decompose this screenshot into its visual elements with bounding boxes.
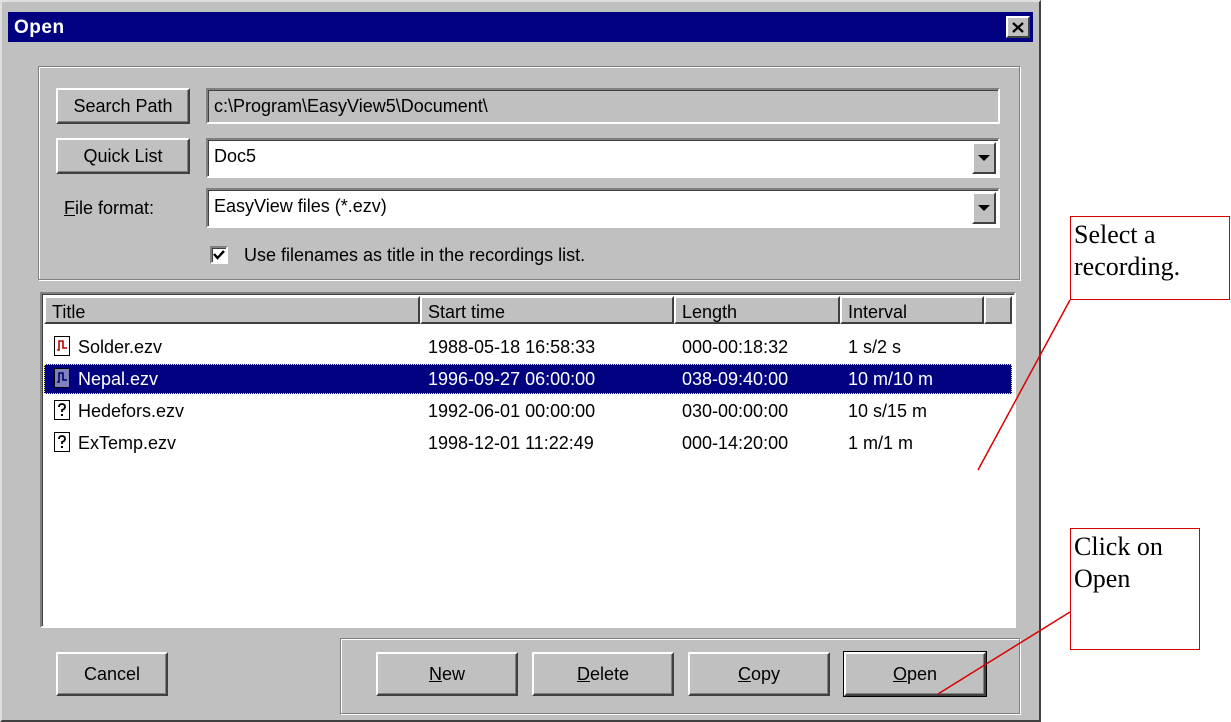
list-item-selected[interactable]: Nepal.ezv 1996-09-27 06:00:00 038-09:40:… <box>44 364 1012 394</box>
quick-list-dropdown-arrow[interactable] <box>972 142 996 174</box>
open-dialog: Open Search Path c:\Program\EasyView5\Do… <box>0 0 1041 722</box>
file-format-dropdown-arrow[interactable] <box>972 192 996 224</box>
search-path-field: c:\Program\EasyView5\Document\ <box>206 88 1000 124</box>
column-header-title[interactable]: Title <box>44 296 420 324</box>
close-icon <box>1012 21 1024 33</box>
list-item[interactable]: Solder.ezv 1988-05-18 16:58:33 000-00:18… <box>44 332 1012 362</box>
search-path-button[interactable]: Search Path <box>56 88 190 124</box>
chevron-down-icon <box>978 205 990 211</box>
list-item[interactable]: ExTemp.ezv 1998-12-01 11:22:49 000-14:20… <box>44 428 1012 458</box>
file-format-label: File format: <box>64 198 154 219</box>
file-format-label-rest: ile format: <box>75 198 155 218</box>
row-length: 000-00:18:32 <box>682 337 789 357</box>
quick-list-value: Doc5 <box>214 146 257 166</box>
row-interval: 1 m/1 m <box>848 433 914 453</box>
copy-button-accel: C <box>737 663 751 684</box>
delete-button-rest: elete <box>589 663 630 684</box>
row-start-time: 1988-05-18 16:58:33 <box>428 337 596 357</box>
copy-button-rest: opy <box>750 663 781 684</box>
delete-button[interactable]: Delete <box>532 652 674 696</box>
title-bar[interactable]: Open <box>8 12 1033 42</box>
annotation-select-recording: Select a recording. <box>1070 216 1230 300</box>
quick-list-button[interactable]: Quick List <box>56 138 190 174</box>
column-header-filler <box>984 296 1012 324</box>
row-title: ExTemp.ezv <box>78 433 177 453</box>
close-button[interactable] <box>1006 16 1030 38</box>
row-start-time: 1996-09-27 06:00:00 <box>428 369 596 389</box>
row-title: Solder.ezv <box>78 337 163 357</box>
recordings-list[interactable]: Title Start time Length Interval Solder.… <box>40 292 1016 628</box>
open-button-accel: O <box>892 663 907 684</box>
delete-button-accel: D <box>576 663 590 684</box>
unknown-file-icon <box>54 432 70 452</box>
row-start-time: 1998-12-01 11:22:49 <box>428 433 594 453</box>
file-format-dropdown[interactable]: EasyView files (*.ezv) <box>206 188 1000 228</box>
row-title: Hedefors.ezv <box>78 401 185 421</box>
new-button-rest: ew <box>441 663 465 684</box>
checkmark-icon <box>213 250 225 260</box>
column-header-length[interactable]: Length <box>674 296 840 324</box>
row-start-time: 1992-06-01 00:00:00 <box>428 401 596 421</box>
row-length: 000-14:20:00 <box>682 433 789 453</box>
open-button[interactable]: Open <box>843 651 987 697</box>
filenames-as-title-label[interactable]: Use filenames as title in the recordings… <box>244 245 585 266</box>
waveform-file-icon <box>54 368 70 388</box>
window-title: Open <box>14 17 65 38</box>
file-format-label-accel: F <box>64 198 75 218</box>
row-title: Nepal.ezv <box>78 369 159 389</box>
row-interval: 1 s/2 s <box>848 337 902 357</box>
copy-button[interactable]: Copy <box>688 652 830 696</box>
row-length: 030-00:00:00 <box>682 401 789 421</box>
filenames-as-title-checkbox[interactable] <box>210 246 228 264</box>
annotation-click-open: Click on Open <box>1070 528 1200 650</box>
column-header-interval[interactable]: Interval <box>840 296 984 324</box>
unknown-file-icon <box>54 400 70 420</box>
column-header-start-time[interactable]: Start time <box>420 296 674 324</box>
list-item[interactable]: Hedefors.ezv 1992-06-01 00:00:00 030-00:… <box>44 396 1012 426</box>
chevron-down-icon <box>978 155 990 161</box>
file-format-value: EasyView files (*.ezv) <box>214 196 387 216</box>
row-interval: 10 m/10 m <box>848 369 934 389</box>
quick-list-dropdown[interactable]: Doc5 <box>206 138 1000 178</box>
cancel-button[interactable]: Cancel <box>56 652 168 696</box>
row-length: 038-09:40:00 <box>682 369 789 389</box>
open-button-rest: pen <box>906 663 938 684</box>
waveform-file-icon <box>54 336 70 356</box>
new-button[interactable]: New <box>376 652 518 696</box>
row-interval: 10 s/15 m <box>848 401 928 421</box>
new-button-accel: N <box>428 663 442 684</box>
